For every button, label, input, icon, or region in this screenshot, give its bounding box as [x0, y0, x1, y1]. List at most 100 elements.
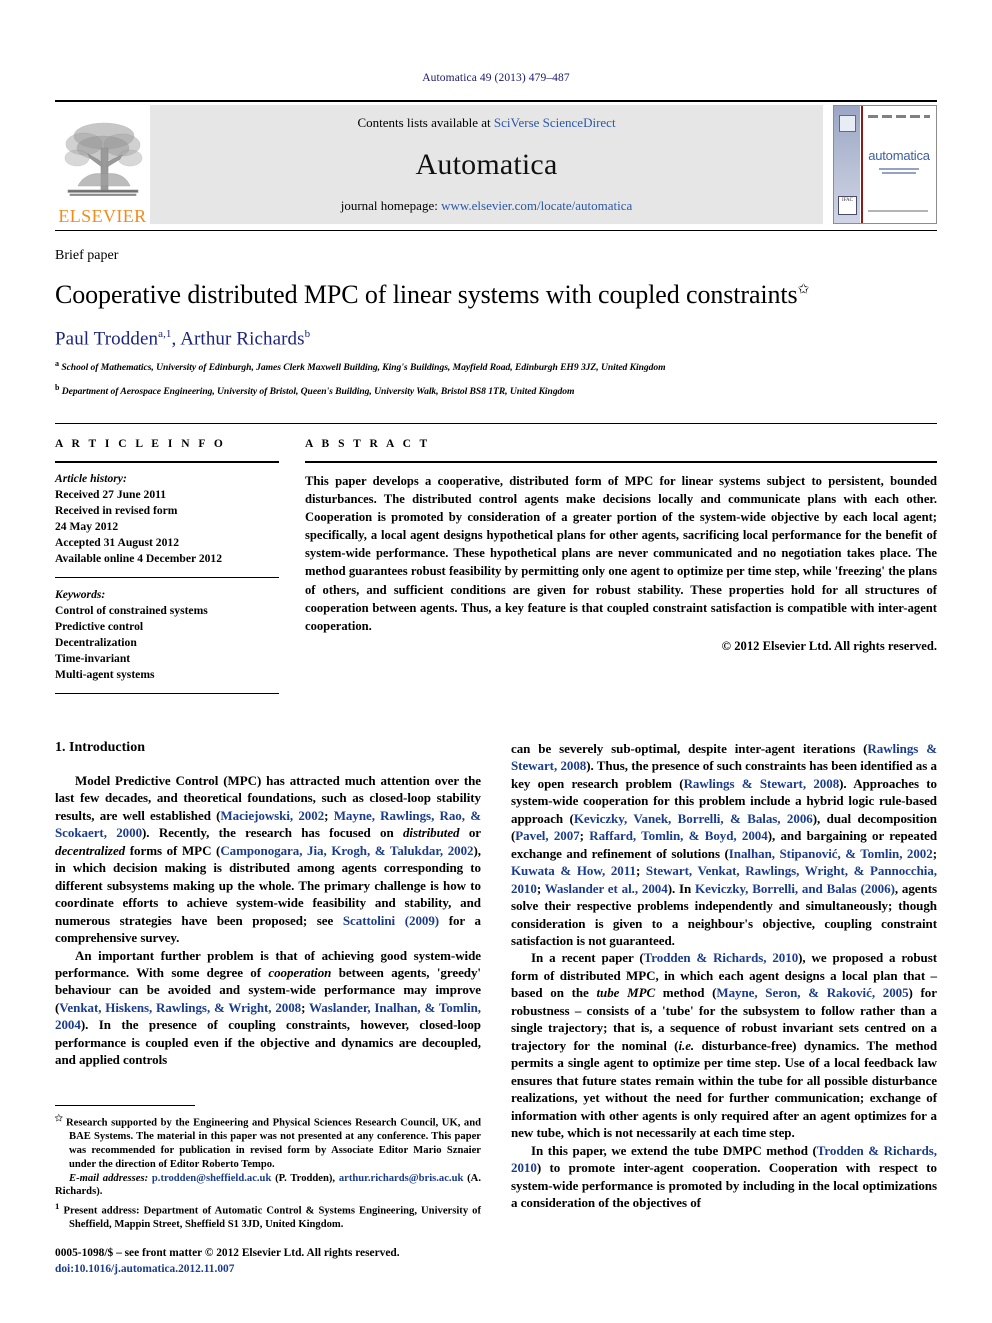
citation-link[interactable]: Mayne, Seron, & Raković, 2005 — [716, 985, 908, 1000]
affiliation-b: b Department of Aerospace Engineering, U… — [55, 383, 937, 397]
text-run: disturbance-free) dynamics. The method p… — [511, 1037, 937, 1141]
paragraph-right-3: In this paper, we extend the tube DMPC m… — [511, 1142, 937, 1212]
footnote-emails: E-mail addresses: p.trodden@sheffield.ac… — [55, 1172, 481, 1200]
keywords-label: Keywords: — [55, 587, 106, 601]
article-page: Automatica 49 (2013) 479–487 ELSEVIER Co… — [0, 0, 992, 1323]
history-item: 24 May 2012 — [55, 519, 119, 533]
citation-link[interactable]: Inalhan, Stipanović, & Tomlin, 2002 — [729, 846, 933, 861]
keyword-item: Predictive control — [55, 619, 144, 633]
author-1-marks: a,1 — [158, 328, 172, 341]
journal-homepage-line: journal homepage: www.elsevier.com/locat… — [341, 198, 633, 214]
issn-text: 0005-1098/$ – see front matter © 2012 El… — [55, 1247, 400, 1260]
emphasis-text: cooperation — [268, 965, 332, 980]
email-link-trodden[interactable]: p.trodden@sheffield.ac.uk — [152, 1173, 271, 1184]
text-run: ). In — [667, 880, 696, 896]
doi-link[interactable]: 10.1016/j.automatica.2012.11.007 — [74, 1263, 234, 1275]
citation-link[interactable]: Waslander et al., 2004 — [545, 881, 668, 896]
citation-link[interactable]: Pavel, 2007 — [515, 828, 579, 843]
keywords-bottom-rule — [55, 692, 279, 694]
history-item: Accepted 31 August 2012 — [55, 535, 179, 549]
cover-ifac-badge-icon: IFAC — [838, 196, 857, 215]
cover-journal-title: automatica — [868, 148, 930, 163]
keyword-item: Control of constrained systems — [55, 603, 208, 617]
cover-red-rule — [861, 106, 863, 223]
keyword-item: Decentralization — [55, 635, 137, 649]
running-head: Automatica 49 (2013) 479–487 — [422, 72, 570, 84]
elsevier-logo: ELSEVIER — [55, 102, 150, 227]
cover-ifac-logo-icon — [839, 115, 856, 132]
issn-copyright-line: 0005-1098/$ – see front matter © 2012 El… — [55, 1246, 481, 1277]
emphasis-text: distributed — [402, 825, 460, 841]
abstract-text: This paper develops a cooperative, distr… — [305, 473, 937, 633]
doi-prefix: doi: — [55, 1262, 74, 1275]
journal-homepage-link[interactable]: www.elsevier.com/locate/automatica — [441, 198, 632, 213]
cover-footer-line — [868, 210, 928, 212]
citation-link[interactable]: Rawlings & Stewart, 2008 — [684, 776, 840, 791]
cover-header-text-lines — [868, 115, 930, 118]
text-run: ; — [324, 807, 334, 823]
paragraph-left-2: An important further problem is that of … — [55, 947, 481, 1069]
elsevier-wordmark: ELSEVIER — [58, 206, 147, 226]
title-footnote-marker[interactable]: ✩ — [798, 282, 810, 297]
citation-link[interactable]: Venkat, Hiskens, Rawlings, & Wright, 200… — [59, 1000, 301, 1015]
text-run: ; — [301, 999, 310, 1015]
citation-link[interactable]: Camponogara, Jia, Krogh, & Talukdar, 200… — [220, 843, 473, 858]
email-link-richards[interactable]: arthur.richards@bris.ac.uk — [339, 1173, 464, 1184]
emphasis-text: decentralized — [55, 842, 126, 858]
elsevier-tree-icon — [60, 114, 146, 206]
author-name-2[interactable]: Arthur Richards — [180, 328, 304, 349]
journal-cover-thumbnail: automatica IFAC — [833, 105, 937, 224]
history-item: Available online 4 December 2012 — [55, 551, 223, 565]
emphasis-text: tube MPC — [596, 985, 656, 1001]
masthead-bottom-rule — [55, 230, 937, 231]
author-2-marks: b — [304, 328, 311, 341]
citation-link[interactable]: Kuwata & How, 2011 — [511, 863, 636, 878]
email-addresses-label: E-mail addresses: — [69, 1172, 149, 1184]
citation-link[interactable]: Keviczky, Borrelli, and Balas (2006) — [695, 881, 895, 896]
present-address-text: Present address: Department of Automatic… — [63, 1205, 481, 1231]
info-abstract-block: A R T I C L E I N F O Article history: R… — [55, 422, 937, 694]
affiliation-b-text: Department of Aerospace Engineering, Uni… — [61, 385, 575, 397]
body-right-column: can be severely sub-optimal, despite int… — [511, 740, 937, 1277]
author-list: Paul Troddena,1, Arthur Richardsb — [55, 328, 937, 350]
text-run: ). In the presence of coupling constrain… — [55, 1017, 481, 1068]
citation-link[interactable]: Trodden & Richards, 2010 — [644, 950, 799, 965]
paragraph-right-1: can be severely sub-optimal, despite int… — [511, 740, 937, 950]
footnote-present-address: 1 Present address: Department of Automat… — [55, 1201, 481, 1232]
sciencedirect-link[interactable]: SciVerse ScienceDirect — [494, 115, 616, 130]
homepage-prefix: journal homepage: — [340, 198, 442, 213]
footnote-star-text: Research supported by the Engineering an… — [65, 1117, 481, 1170]
author-name-1[interactable]: Paul Trodden — [55, 328, 158, 349]
paragraph-left-1: Model Predictive Control (MPC) has attra… — [55, 772, 481, 947]
abstract-copyright: © 2012 Elsevier Ltd. All rights reserved… — [721, 638, 937, 653]
present-address-line: 1 Present address: Department of Automat… — [55, 1201, 481, 1232]
text-run: ; — [932, 845, 937, 861]
citation-link[interactable]: Scattolini (2009) — [343, 913, 439, 928]
contents-available-line: Contents lists available at SciVerse Sci… — [357, 115, 615, 131]
text-run: ; — [579, 828, 590, 844]
text-run: In a recent paper ( — [531, 950, 644, 966]
article-type-label: Brief paper — [55, 248, 119, 263]
article-info-heading: A R T I C L E I N F O — [55, 437, 226, 450]
text-run: method ( — [655, 985, 717, 1001]
article-history-label: Article history: — [55, 471, 127, 485]
paper-title-text: Cooperative distributed MPC of linear sy… — [55, 280, 798, 309]
text-run: or — [459, 825, 481, 841]
text-run: forms of MPC ( — [125, 842, 221, 858]
affiliation-b-mark: b — [55, 382, 60, 392]
citation-link[interactable]: Maciejowski, 2002 — [220, 808, 324, 823]
text-run: ) to promote inter-agent cooperation. Co… — [511, 1160, 937, 1211]
affiliation-a-mark: a — [55, 359, 59, 369]
footnote-star-marker: ✩ — [55, 1112, 63, 1123]
abstract-column: A B S T R A C T This paper develops a co… — [305, 424, 937, 694]
section-heading-introduction: 1. Introduction — [55, 739, 145, 755]
footnote-star-line: ✩ Research supported by the Engineering … — [55, 1113, 481, 1172]
keywords-block: Keywords: Control of constrained systems… — [55, 587, 279, 683]
journal-title: Automatica — [415, 147, 558, 181]
citation-link[interactable]: Keviczky, Vanek, Borrelli, & Balas, 2006 — [574, 811, 813, 826]
page-title: Cooperative distributed MPC of linear sy… — [55, 280, 937, 310]
cover-subtitle-lines — [868, 166, 930, 176]
abstract-rule — [305, 460, 937, 463]
citation-link[interactable]: Raffard, Tomlin, & Boyd, 2004 — [589, 828, 768, 843]
author-separator: , — [171, 328, 181, 350]
